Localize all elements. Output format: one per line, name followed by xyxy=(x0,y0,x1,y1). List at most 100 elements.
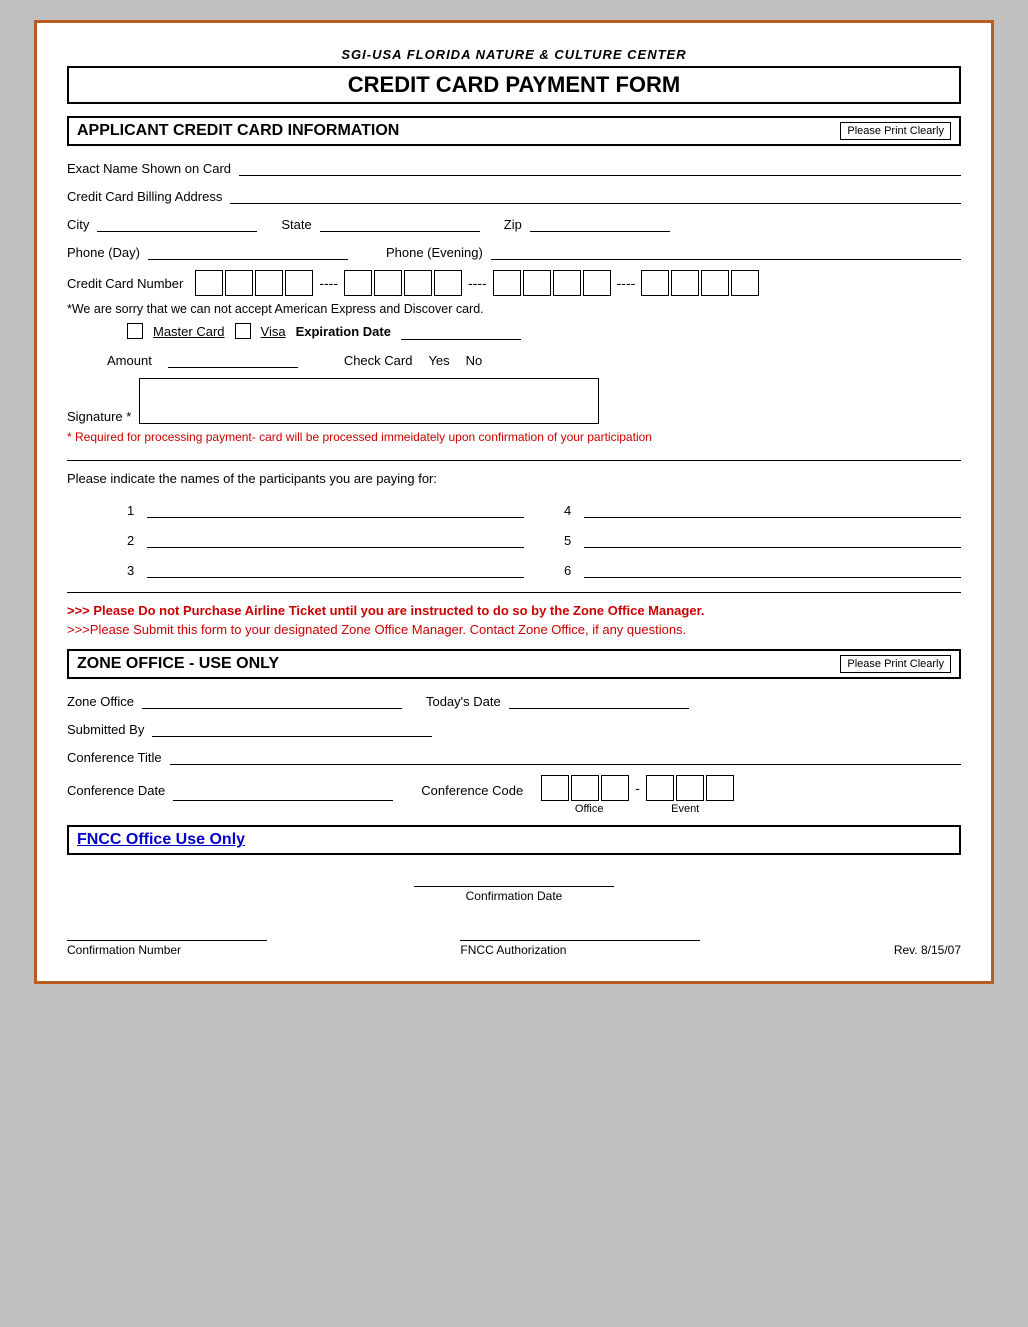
participant-2: 2 xyxy=(127,530,524,548)
conf-date-inner: Confirmation Date xyxy=(414,869,614,903)
participant-line-1[interactable] xyxy=(147,500,524,518)
conf-office-box-2[interactable] xyxy=(571,775,599,801)
cc-box-7[interactable] xyxy=(404,270,432,296)
cc-box-8[interactable] xyxy=(434,270,462,296)
exact-name-label: Exact Name Shown on Card xyxy=(67,161,231,176)
cc-box-12[interactable] xyxy=(583,270,611,296)
conf-event-box-1[interactable] xyxy=(646,775,674,801)
billing-address-label: Credit Card Billing Address xyxy=(67,189,222,204)
cc-box-6[interactable] xyxy=(374,270,402,296)
confirmation-number-item: Confirmation Number xyxy=(67,923,267,957)
check-card-label: Check Card xyxy=(344,353,413,368)
event-label: Event xyxy=(637,803,733,815)
visa-checkbox[interactable] xyxy=(235,323,251,339)
cc-box-1[interactable] xyxy=(195,270,223,296)
participant-5: 5 xyxy=(564,530,961,548)
fncc-header: FNCC Office Use Only xyxy=(67,825,961,855)
participant-line-3[interactable] xyxy=(147,560,524,578)
conference-title-row: Conference Title xyxy=(67,747,961,765)
amount-input[interactable] xyxy=(168,350,298,368)
participant-num-2: 2 xyxy=(127,533,141,548)
participant-line-6[interactable] xyxy=(584,560,961,578)
conf-code-boxes: - xyxy=(541,775,734,801)
visa-label: Visa xyxy=(261,324,286,339)
cc-box-3[interactable] xyxy=(255,270,283,296)
phone-day-input[interactable] xyxy=(148,242,348,260)
cc-box-13[interactable] xyxy=(641,270,669,296)
signature-row: Signature * xyxy=(67,378,961,424)
mastercard-checkbox[interactable] xyxy=(127,323,143,339)
submitted-by-row: Submitted By xyxy=(67,719,961,737)
state-input[interactable] xyxy=(320,214,480,232)
phone-day-label: Phone (Day) xyxy=(67,245,140,260)
section1-title: APPLICANT CREDIT CARD INFORMATION xyxy=(77,122,399,140)
fncc-authorization-line[interactable] xyxy=(460,923,700,941)
rev-label: Rev. 8/15/07 xyxy=(894,943,961,957)
cc-box-4[interactable] xyxy=(285,270,313,296)
org-title: SGI-USA FLORIDA NATURE & CULTURE CENTER xyxy=(67,47,961,62)
conference-date-row: Conference Date Conference Code - Office… xyxy=(67,775,961,815)
expiration-input[interactable] xyxy=(401,322,521,340)
participant-line-2[interactable] xyxy=(147,530,524,548)
cc-box-15[interactable] xyxy=(701,270,729,296)
conf-date-label: Confirmation Date xyxy=(414,889,614,903)
signature-label: Signature * xyxy=(67,409,131,424)
section1-header: APPLICANT CREDIT CARD INFORMATION Please… xyxy=(67,116,961,146)
conf-code-dash: - xyxy=(631,780,644,796)
cc-box-14[interactable] xyxy=(671,270,699,296)
cc-box-16[interactable] xyxy=(731,270,759,296)
zip-input[interactable] xyxy=(530,214,670,232)
phone-evening-input[interactable] xyxy=(491,242,961,260)
form-title: CREDIT CARD PAYMENT FORM xyxy=(67,66,961,104)
conf-event-box-2[interactable] xyxy=(676,775,704,801)
conference-date-input[interactable] xyxy=(173,783,393,801)
participant-num-6: 6 xyxy=(564,563,578,578)
fncc-authorization-item: FNCC Authorization xyxy=(460,923,700,957)
cc-box-2[interactable] xyxy=(225,270,253,296)
billing-address-input[interactable] xyxy=(230,186,961,204)
todays-date-input[interactable] xyxy=(509,691,689,709)
divider-1 xyxy=(67,460,961,461)
participant-line-5[interactable] xyxy=(584,530,961,548)
no-label: No xyxy=(466,353,483,368)
expiration-label: Expiration Date xyxy=(296,324,391,339)
conference-code-label: Conference Code xyxy=(421,783,523,798)
cc-group-4 xyxy=(641,270,759,296)
zone-office-row: Zone Office Today's Date xyxy=(67,691,961,709)
conf-code-labels: Office Event xyxy=(541,803,733,815)
cc-group-3 xyxy=(493,270,611,296)
participant-num-3: 3 xyxy=(127,563,141,578)
participants-grid: 1 4 2 5 3 6 xyxy=(127,500,961,578)
cc-box-10[interactable] xyxy=(523,270,551,296)
participant-line-4[interactable] xyxy=(584,500,961,518)
conf-date-line[interactable] xyxy=(414,869,614,887)
cc-number-row: Credit Card Number ---- ---- ---- xyxy=(67,270,961,296)
card-type-row: Master Card Visa Expiration Date xyxy=(127,322,961,340)
cc-group-2 xyxy=(344,270,462,296)
form-page: SGI-USA FLORIDA NATURE & CULTURE CENTER … xyxy=(34,20,994,984)
zone-office-label: Zone Office xyxy=(67,694,134,709)
cc-box-11[interactable] xyxy=(553,270,581,296)
signature-input[interactable] xyxy=(139,378,599,424)
participant-num-5: 5 xyxy=(564,533,578,548)
city-input[interactable] xyxy=(97,214,257,232)
conference-date-label: Conference Date xyxy=(67,783,165,798)
zone-office-input[interactable] xyxy=(142,691,402,709)
conf-office-box-3[interactable] xyxy=(601,775,629,801)
submitted-by-label: Submitted By xyxy=(67,722,144,737)
conf-office-box-1[interactable] xyxy=(541,775,569,801)
todays-date-label: Today's Date xyxy=(426,694,501,709)
confirmation-number-line[interactable] xyxy=(67,923,267,941)
exact-name-input[interactable] xyxy=(239,158,961,176)
conf-event-box-3[interactable] xyxy=(706,775,734,801)
section2-title: ZONE OFFICE - USE ONLY xyxy=(77,655,279,673)
print-clearly-1: Please Print Clearly xyxy=(840,122,951,140)
cc-box-9[interactable] xyxy=(493,270,521,296)
submitted-by-input[interactable] xyxy=(152,719,432,737)
conference-title-input[interactable] xyxy=(170,747,961,765)
cc-box-5[interactable] xyxy=(344,270,372,296)
exact-name-row: Exact Name Shown on Card xyxy=(67,158,961,176)
conference-title-label: Conference Title xyxy=(67,750,162,765)
yes-label: Yes xyxy=(428,353,449,368)
bottom-row: Confirmation Number FNCC Authorization R… xyxy=(67,923,961,957)
